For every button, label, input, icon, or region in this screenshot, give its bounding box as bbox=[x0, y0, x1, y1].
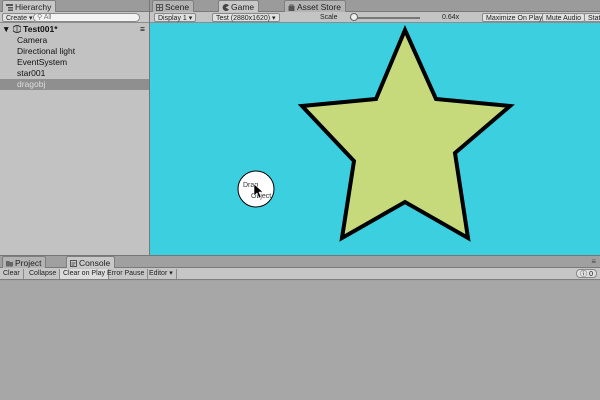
error-pause-button[interactable]: Error Pause bbox=[104, 269, 149, 279]
display-label: Display 1 bbox=[158, 15, 187, 22]
hierarchy-icon bbox=[6, 2, 13, 11]
hierarchy-item-label: Directional light bbox=[17, 46, 76, 56]
tab-scene-label: Scene bbox=[165, 2, 190, 12]
editor-dropdown[interactable]: Editor ▾ bbox=[146, 269, 177, 279]
tab-console-label: Console bbox=[79, 258, 111, 268]
scene-root-row[interactable]: ▼ Test001* ≡ bbox=[0, 24, 149, 35]
tab-asset-store-label: Asset Store bbox=[297, 2, 341, 12]
hierarchy-tabbar: Hierarchy bbox=[0, 0, 149, 12]
dropdown-arrow-icon: ▾ bbox=[188, 15, 193, 22]
console-panel: Project Console ≡ Clear Collapse Clear o… bbox=[0, 255, 600, 400]
hierarchy-item-label: EventSystem bbox=[17, 57, 68, 67]
scale-slider-track[interactable] bbox=[350, 17, 420, 19]
search-icon: ⚲ bbox=[37, 14, 43, 21]
mute-audio-button[interactable]: Mute Audio bbox=[542, 13, 586, 22]
create-button-label: Create bbox=[6, 15, 28, 22]
message-count-badge[interactable]: ⓘ 0 bbox=[576, 269, 597, 278]
folder-icon bbox=[6, 258, 13, 267]
message-count: 0 bbox=[589, 271, 593, 278]
resolution-dropdown[interactable]: Test (2880x1620) ▾ bbox=[212, 13, 280, 22]
console-log-area[interactable] bbox=[0, 281, 600, 400]
game-view-panel: Scene Game Asset Store Display 1 ▾ Test … bbox=[150, 0, 600, 255]
tab-project[interactable]: Project bbox=[2, 256, 47, 268]
stats-button[interactable]: Stats bbox=[584, 13, 600, 22]
search-placeholder: All bbox=[43, 14, 52, 21]
bottom-tabbar: Project Console ≡ bbox=[0, 256, 600, 268]
tab-scene[interactable]: Scene bbox=[152, 0, 195, 12]
console-toolbar: Clear Collapse Clear on Play Error Pause… bbox=[0, 268, 600, 280]
tab-game-label: Game bbox=[231, 2, 255, 12]
hierarchy-item-directional-light[interactable]: Directional light bbox=[0, 46, 149, 57]
dropdown-arrow-icon: ▾ bbox=[28, 15, 33, 22]
info-icon: ⓘ bbox=[580, 271, 588, 278]
hierarchy-item-label: star001 bbox=[17, 68, 46, 78]
scene-grid-icon bbox=[156, 2, 163, 11]
game-pacman-icon bbox=[222, 2, 229, 11]
editor-label: Editor bbox=[149, 270, 168, 277]
hierarchy-item-label: dragobj bbox=[17, 79, 46, 89]
hierarchy-item-eventsystem[interactable]: EventSystem bbox=[0, 57, 149, 68]
create-button[interactable]: Create ▾ bbox=[2, 13, 37, 22]
game-toolbar: Display 1 ▾ Test (2880x1620) ▾ Scale 0.6… bbox=[150, 12, 600, 23]
tab-project-label: Project bbox=[15, 258, 42, 268]
hierarchy-item-dragobj[interactable]: dragobj bbox=[0, 79, 149, 90]
scale-value: 0.64x bbox=[442, 14, 460, 21]
tab-hierarchy-label: Hierarchy bbox=[15, 2, 52, 12]
tab-game[interactable]: Game bbox=[218, 0, 260, 12]
scale-slider-handle[interactable] bbox=[350, 13, 358, 21]
dropdown-arrow-icon: ▾ bbox=[272, 15, 276, 22]
tab-hierarchy[interactable]: Hierarchy bbox=[2, 0, 57, 12]
expand-arrow-icon[interactable]: ▼ bbox=[2, 24, 10, 34]
display-dropdown[interactable]: Display 1 ▾ bbox=[154, 13, 197, 22]
game-canvas: Drag Object bbox=[237, 24, 515, 242]
tab-console[interactable]: Console bbox=[66, 256, 116, 268]
clear-on-play-button[interactable]: Clear on Play bbox=[60, 269, 110, 279]
maximize-on-play-button[interactable]: Maximize On Play bbox=[482, 13, 547, 22]
resolution-label: Test (2880x1620) bbox=[216, 15, 271, 22]
dropdown-arrow-icon: ▾ bbox=[169, 270, 173, 277]
game-tabbar: Scene Game Asset Store bbox=[150, 0, 600, 12]
hierarchy-item-label: Camera bbox=[17, 35, 48, 45]
hierarchy-tree: ▼ Test001* ≡ Camera Directional light Ev… bbox=[0, 24, 149, 90]
scene-menu-icon[interactable]: ≡ bbox=[140, 24, 145, 35]
scene-name: Test001* bbox=[23, 24, 58, 34]
hierarchy-item-camera[interactable]: Camera bbox=[0, 35, 149, 46]
asset-store-bag-icon bbox=[288, 2, 295, 11]
hierarchy-toolbar: Create ▾ ⚲ All bbox=[0, 12, 149, 23]
collapse-button[interactable]: Collapse bbox=[26, 269, 61, 279]
hierarchy-item-star001[interactable]: star001 bbox=[0, 68, 149, 79]
scale-label: Scale bbox=[320, 14, 338, 21]
unity-scene-icon bbox=[12, 24, 23, 34]
hierarchy-search-input[interactable]: ⚲ All bbox=[33, 13, 140, 22]
tab-asset-store[interactable]: Asset Store bbox=[284, 0, 346, 12]
clear-button[interactable]: Clear bbox=[0, 269, 24, 279]
star-sprite[interactable] bbox=[297, 24, 515, 242]
panel-menu-icon[interactable]: ≡ bbox=[591, 257, 596, 266]
console-icon bbox=[70, 258, 77, 267]
hierarchy-panel: Hierarchy Create ▾ ⚲ All ▼ Test001* ≡ Ca… bbox=[0, 0, 150, 255]
